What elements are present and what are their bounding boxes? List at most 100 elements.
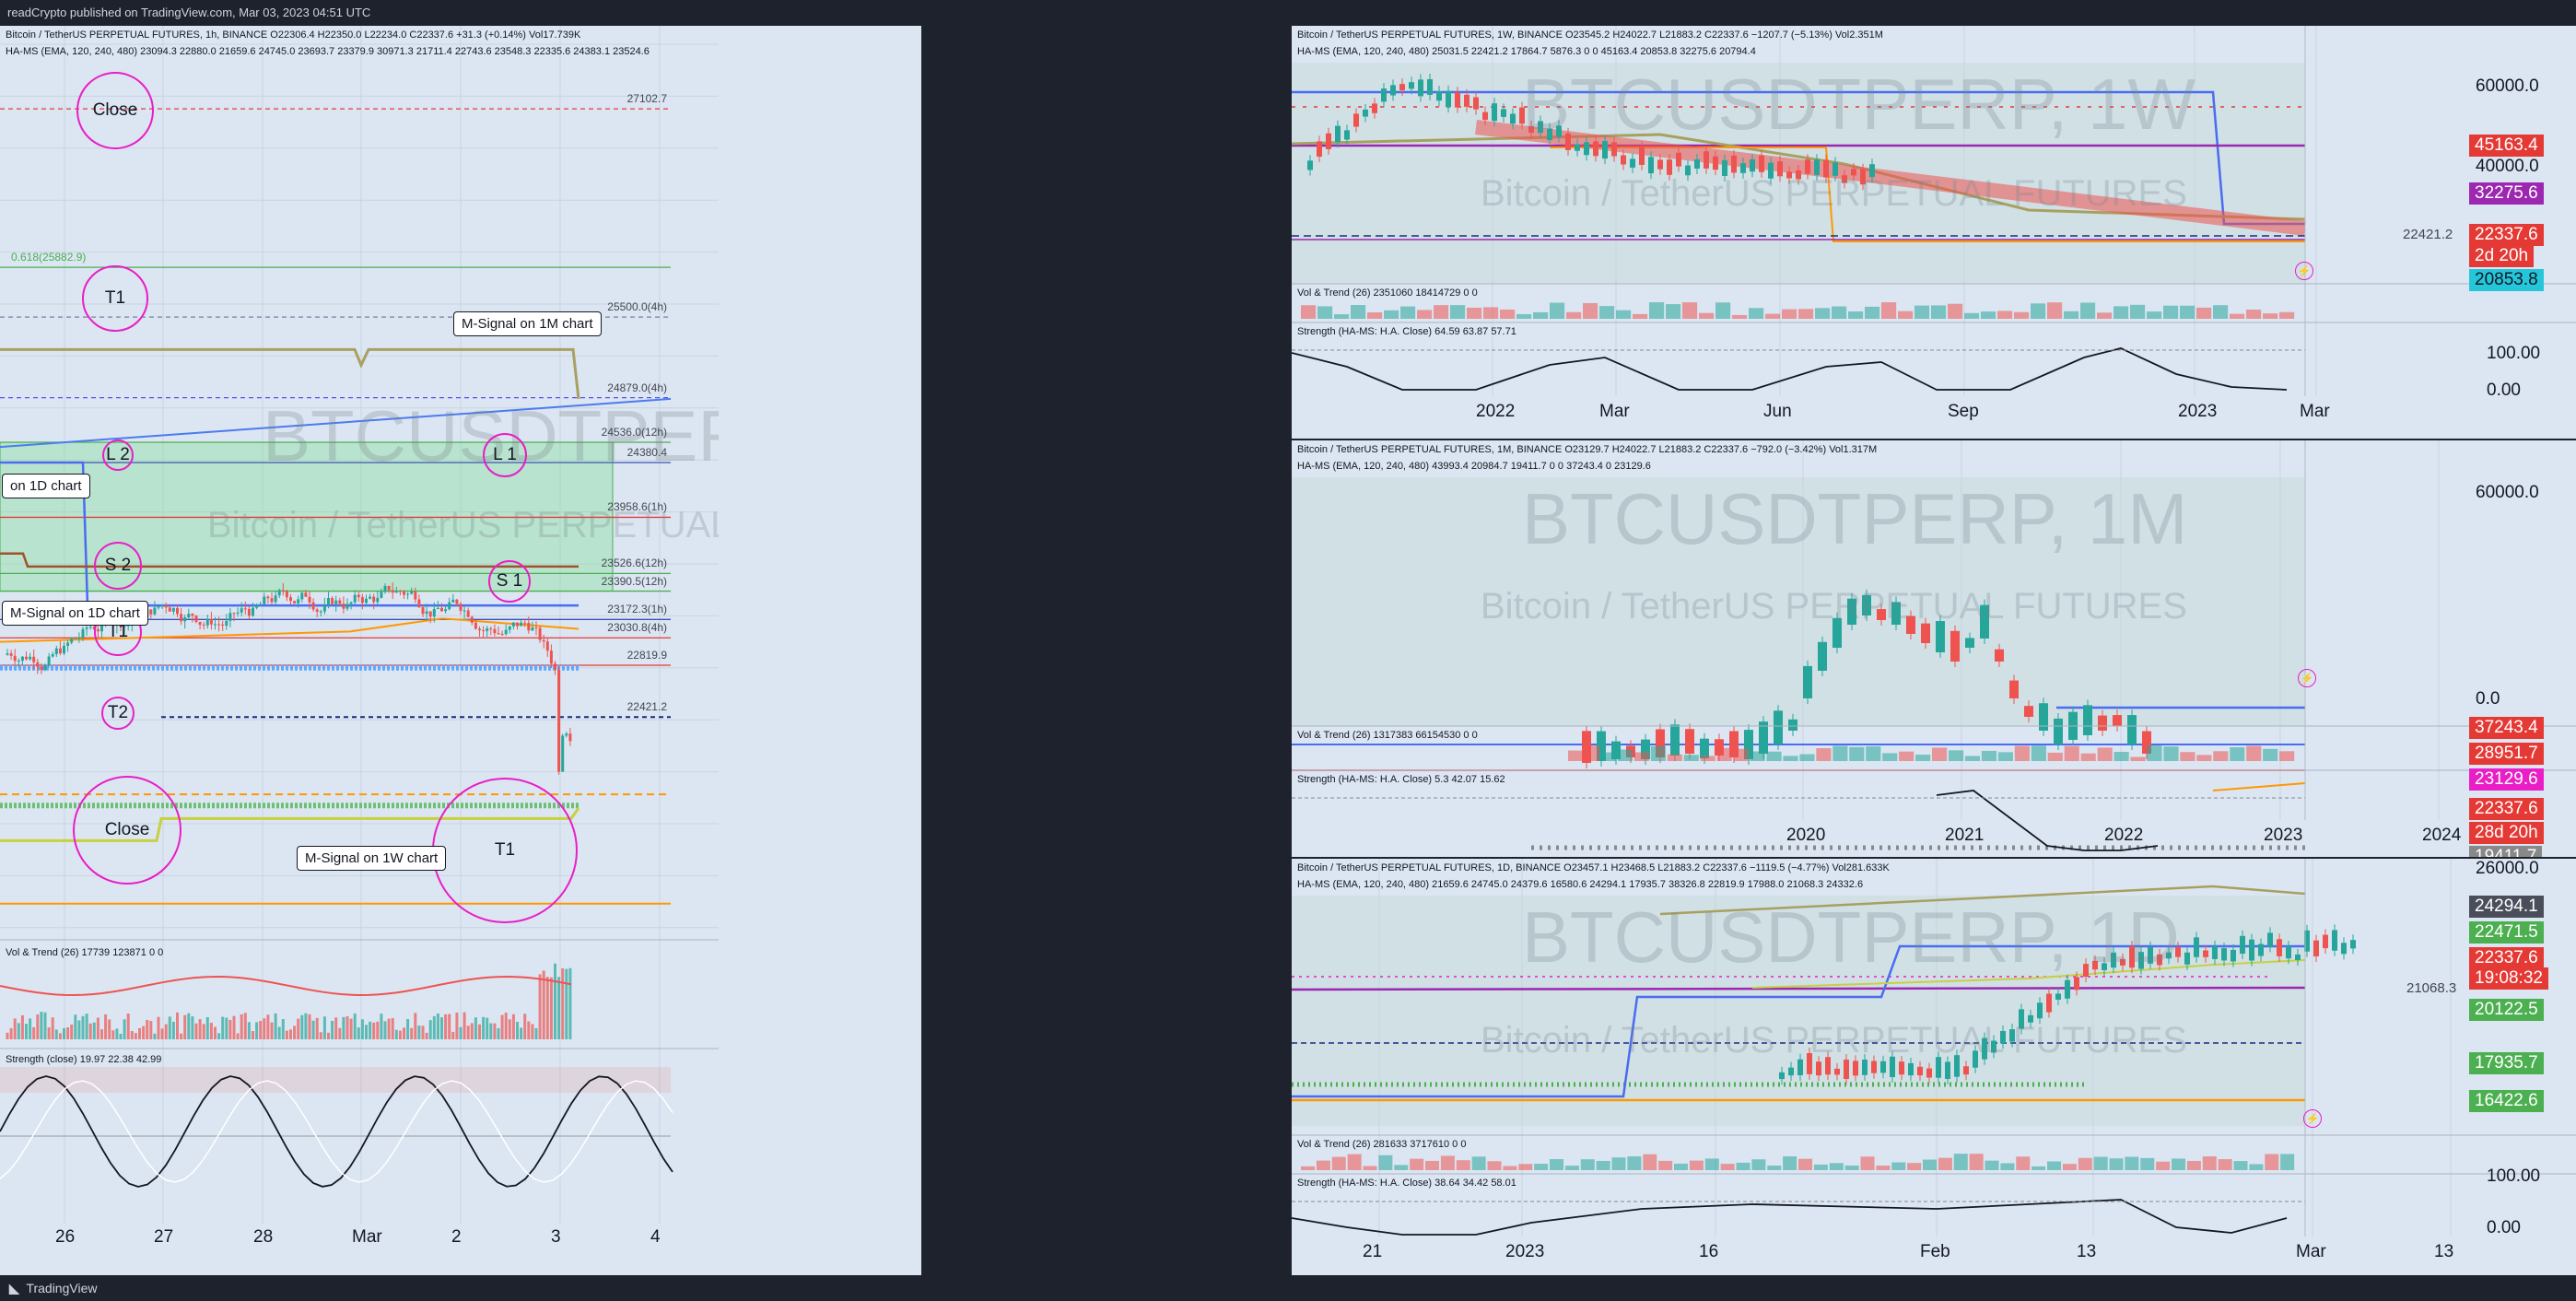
daily-candle-9: [1862, 1059, 1868, 1075]
weekly-candle-46: [1731, 155, 1737, 173]
main-circle-3[interactable]: L 1: [483, 433, 527, 477]
main-chart-panel[interactable]: BTCUSDTPERP, 1h Bitcoin / TetherUS PERPE…: [0, 26, 719, 1275]
main-candle-38: [149, 609, 153, 615]
main-msignal-1m: [0, 347, 580, 400]
main-vol-trend-line: [0, 975, 572, 996]
main-vol-bar-62: [240, 1014, 243, 1039]
main-vol-bar-98: [376, 1021, 380, 1039]
main-price-axis[interactable]: 27600.027200.026800.026400.026000.025600…: [719, 26, 921, 1275]
main-candle-55: [214, 624, 217, 626]
main-candle-44: [171, 607, 175, 612]
weekly-x-tick-4: 2023: [2178, 402, 2218, 421]
weekly-vol-bar-34: [1865, 306, 1880, 319]
daily-strength-tick-0: 100.00: [2487, 1166, 2541, 1186]
main-callout-3[interactable]: M-Signal on 1W chart: [297, 846, 447, 871]
main-candle-105: [403, 592, 405, 595]
daily-candle-8: [1853, 1061, 1858, 1076]
main-vol-bar-82: [315, 1017, 319, 1039]
weekly-vol-bar-53: [2180, 305, 2195, 319]
monthly-vol-bar-40: [2230, 747, 2245, 761]
main-x-tick-3: Mar: [352, 1227, 382, 1247]
daily-vol-bar-52: [2109, 1158, 2124, 1170]
main-vol-bar-71: [274, 1013, 277, 1039]
main-vol-bar-11: [47, 1027, 51, 1039]
main-vol-bar-63: [243, 1013, 247, 1039]
weekly-chart-panel[interactable]: BTCUSDTPERP, 1W Bitcoin / TetherUS PERPE…: [1292, 26, 2576, 439]
main-vol-bar-132: [504, 1013, 508, 1039]
main-vol-bar-36: [142, 1026, 146, 1039]
main-callout-1[interactable]: on 1D chart: [2, 474, 90, 498]
main-vol-bar-65: [252, 1030, 254, 1039]
main-circle-7[interactable]: T2: [101, 697, 135, 730]
daily-candle-31: [2065, 979, 2070, 999]
main-candle-134: [511, 622, 515, 627]
main-circle-4[interactable]: S 2: [94, 542, 142, 590]
main-candle-12: [51, 654, 54, 657]
main-vol-bar-88: [338, 1027, 342, 1039]
footer-brand: TradingView: [26, 1281, 98, 1295]
main-candle-142: [542, 639, 545, 642]
main-candle-14: [58, 648, 62, 654]
daily-vol-bar-8: [1425, 1160, 1440, 1170]
main-circle-9[interactable]: T1: [432, 778, 578, 923]
main-strength-header: Strength (close) 19.97 22.38 42.99: [6, 1054, 162, 1065]
main-vol-bar-72: [277, 1026, 281, 1039]
main-vol-bar-24: [96, 1017, 100, 1039]
main-level-label-5: 24380.4: [626, 445, 667, 459]
main-vol-bar-41: [160, 1028, 164, 1039]
main-circle-0[interactable]: Close: [76, 72, 154, 149]
main-candle-8: [36, 662, 40, 667]
main-x-tick-4: 2: [451, 1227, 462, 1247]
main-candle-135: [516, 622, 519, 627]
daily-vol-bar-5: [1378, 1154, 1393, 1170]
main-candle-129: [493, 628, 497, 634]
main-vol-bar-29: [115, 1028, 119, 1039]
main-circle-2[interactable]: L 2: [102, 440, 134, 471]
monthly-chart-panel[interactable]: BTCUSDTPERP, 1M Bitcoin / TetherUS PERPE…: [1292, 440, 2576, 857]
daily-vol-bar-32: [1798, 1158, 1813, 1170]
daily-vol-bar-40: [1923, 1159, 1938, 1170]
daily-vol-bar-39: [1907, 1163, 1922, 1170]
daily-candle-51: [2249, 939, 2254, 961]
weekly-candle-36: [1639, 147, 1645, 165]
main-vol-bar-76: [293, 1026, 297, 1039]
main-circle-6[interactable]: S 1: [488, 560, 531, 603]
monthly-event-lightning-icon[interactable]: ⚡: [2298, 669, 2316, 687]
main-vol-bar-141: [538, 974, 542, 1039]
daily-candle-49: [2231, 949, 2236, 962]
monthly-vol-bar-5: [1650, 745, 1666, 761]
main-vol-bar-3: [17, 1023, 20, 1039]
daily-chart-panel[interactable]: BTCUSDTPERP, 1D Bitcoin / TetherUS PERPE…: [1292, 859, 2576, 1275]
main-vol-bar-56: [217, 1033, 221, 1039]
daily-header-indicator: HA-MS (EMA, 120, 240, 480) 21659.6 24745…: [1297, 879, 1864, 890]
main-candle-148: [565, 733, 568, 736]
weekly-price-tag-0: 45163.4: [2469, 135, 2544, 157]
main-vol-bar-54: [209, 1023, 213, 1039]
weekly-vol-bar-21: [1649, 302, 1665, 319]
weekly-vol-bar-6: [1400, 306, 1416, 319]
main-callout-2[interactable]: M-Signal on 1D chart: [2, 601, 148, 626]
main-circle-1[interactable]: T1: [82, 265, 148, 332]
weekly-event-lightning-icon[interactable]: ⚡: [2295, 262, 2313, 280]
main-level-label-0: 27102.7: [626, 92, 667, 106]
main-candle-2: [13, 655, 17, 662]
main-vol-bar-61: [236, 1033, 240, 1039]
daily-candle-16: [1926, 1068, 1932, 1078]
monthly-vol-bar-6: [1667, 754, 1682, 761]
main-vol-bar-12: [51, 1017, 54, 1039]
main-vol-bar-113: [432, 1015, 436, 1039]
main-callout-0[interactable]: M-Signal on 1M chart: [453, 311, 602, 336]
daily-vol-bar-41: [1938, 1157, 1952, 1170]
daily-event-lightning-icon[interactable]: ⚡: [2303, 1109, 2322, 1128]
main-candle-141: [538, 627, 542, 640]
monthly-vol-bar-0: [1568, 750, 1584, 761]
main-vol-bar-55: [214, 1026, 217, 1039]
main-circle-8[interactable]: Close: [73, 776, 181, 885]
main-candle-86: [331, 597, 334, 604]
main-candle-110: [421, 607, 425, 615]
main-candle-42: [164, 604, 168, 608]
main-level-label-3: 24879.0(4h): [607, 381, 667, 394]
main-vol-bar-73: [281, 1019, 285, 1039]
daily-vol-bar-30: [1767, 1166, 1782, 1170]
main-vol-bar-96: [369, 1021, 372, 1039]
